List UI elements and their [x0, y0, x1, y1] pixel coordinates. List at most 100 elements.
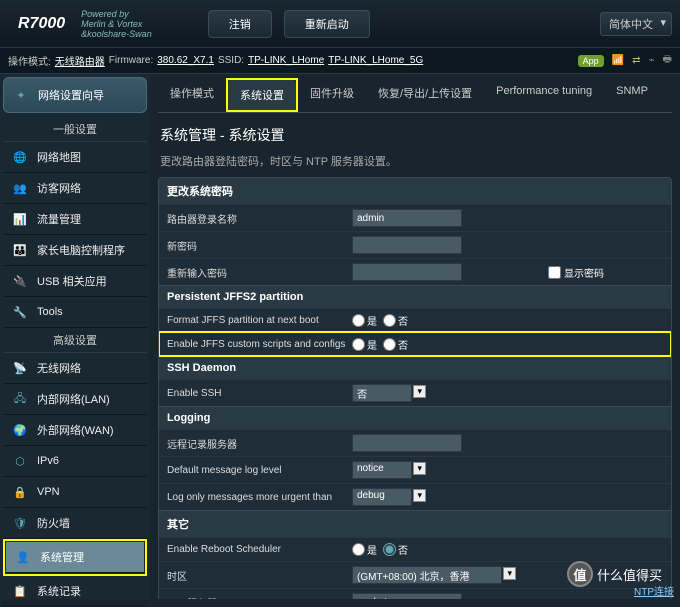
sidebar-item-wan[interactable]: 🌍外部网络(WAN) — [3, 415, 147, 446]
header-bar: R7000 Powered by Merlin & Vortex &koolsh… — [0, 0, 680, 48]
sidebar-item-label: VPN — [37, 486, 60, 498]
ssid-2[interactable]: TP-LINK_LHome_5G — [328, 55, 423, 66]
retype-input[interactable] — [352, 263, 462, 281]
sidebar-item-label: IPv6 — [37, 455, 59, 467]
sidebar-wizard-label: 网络设置向导 — [38, 87, 104, 103]
tab-perf[interactable]: Performance tuning — [484, 78, 604, 112]
newpassword-input[interactable] — [352, 236, 462, 254]
settings-panel: 更改系统密码 路由器登录名称 新密码 重新输入密码 显示密码 Persisten… — [158, 177, 672, 599]
fw-value[interactable]: 380.62_X7.1 — [157, 55, 214, 66]
usb-icon[interactable]: ⌁ — [649, 55, 655, 66]
mode-label: 操作模式: — [8, 53, 51, 68]
wifi-icon[interactable]: 📶 — [612, 55, 624, 66]
jffs-enable-label: Enable JFFS custom scripts and configs — [167, 339, 352, 350]
tab-system[interactable]: 系统设置 — [228, 80, 296, 110]
wireless-icon: 📡 — [11, 359, 29, 377]
app-badge[interactable]: App — [578, 55, 604, 67]
username-label: 路由器登录名称 — [167, 211, 352, 226]
printer-icon[interactable]: 🖶 — [663, 52, 672, 69]
row-ntp: NTP服务器 — [159, 588, 671, 599]
row-log-level: Default message log level notice — [159, 456, 671, 483]
tab-snmp[interactable]: SNMP — [604, 78, 660, 112]
sidebar-item-label: Tools — [37, 306, 63, 318]
page-desc: 更改路由器登陆密码，时区与 NTP 服务器设置。 — [158, 153, 672, 177]
row-log-remote: 远程记录服务器 — [159, 429, 671, 456]
sidebar-highlight: 👤系统管理 — [3, 539, 147, 576]
ntp-link[interactable]: NTP连接 — [634, 583, 674, 598]
sidebar-wizard[interactable]: ✦ 网络设置向导 — [3, 77, 147, 113]
sidebar-item-parental[interactable]: 👪 家长电脑控制程序 — [3, 235, 147, 266]
log-level-select[interactable]: notice — [352, 461, 412, 479]
parental-icon: 👪 — [11, 241, 29, 259]
firewall-icon: 🛡 — [11, 514, 29, 532]
admin-icon: 👤 — [14, 548, 32, 566]
jffs-format-no[interactable]: 否 — [383, 313, 408, 328]
reboot-yes[interactable]: 是 — [352, 542, 377, 557]
language-selector[interactable]: 简体中文 — [600, 12, 672, 36]
sidebar: ✦ 网络设置向导 一般设置 🌐网络地图 👥访客网络 📊流量管理 👪 家长电脑控制程… — [0, 74, 150, 599]
fw-label: Firmware: — [109, 55, 153, 66]
showpw-checkbox[interactable]: 显示密码 — [548, 265, 604, 280]
sidebar-section-advanced: 高级设置 — [3, 328, 147, 353]
signal-icon[interactable]: ⇄ — [632, 55, 640, 66]
main-content: 操作模式 系统设置 固件升级 恢复/导出/上传设置 Performance tu… — [150, 74, 680, 599]
log-remote-label: 远程记录服务器 — [167, 436, 352, 451]
group-other-header: 其它 — [159, 510, 671, 537]
sidebar-item-traffic[interactable]: 📊流量管理 — [3, 204, 147, 235]
sidebar-item-label: USB 相关应用 — [37, 273, 107, 289]
reboot-label: Enable Reboot Scheduler — [167, 544, 352, 555]
row-jffs-enable: Enable JFFS custom scripts and configs 是… — [159, 332, 671, 356]
logout-button[interactable]: 注销 — [208, 10, 272, 38]
tabs: 操作模式 系统设置 固件升级 恢复/导出/上传设置 Performance tu… — [158, 78, 672, 113]
sidebar-item-ipv6[interactable]: ⬡IPv6 — [3, 446, 147, 477]
ssh-select[interactable]: 否 — [352, 384, 412, 402]
ssid-1[interactable]: TP-LINK_LHome — [248, 55, 324, 66]
group-log-header: Logging — [159, 406, 671, 429]
header-icons: App 📶 ⇄ ⌁ 🖶 — [578, 52, 672, 69]
retype-label: 重新输入密码 — [167, 265, 352, 280]
sidebar-item-usb[interactable]: 🔌 USB 相关应用 — [3, 266, 147, 297]
sidebar-item-tools[interactable]: 🔧Tools — [3, 297, 147, 328]
tab-restore[interactable]: 恢复/导出/上传设置 — [366, 78, 484, 112]
sidebar-item-label: 家长电脑控制程序 — [37, 242, 125, 258]
ssid-label: SSID: — [218, 55, 244, 66]
sidebar-item-lan[interactable]: 🖧内部网络(LAN) — [3, 384, 147, 415]
log-urgent-select[interactable]: debug — [352, 488, 412, 506]
log-urgent-label: Log only messages more urgent than — [167, 492, 352, 503]
sidebar-item-label: 内部网络(LAN) — [37, 391, 110, 407]
sidebar-item-vpn[interactable]: 🔒VPN — [3, 477, 147, 508]
row-reboot-scheduler: Enable Reboot Scheduler 是 否 — [159, 537, 671, 561]
row-newpassword: 新密码 — [159, 231, 671, 258]
usb-app-icon: 🔌 — [11, 272, 29, 290]
map-icon: 🌐 — [11, 148, 29, 166]
guest-icon: 👥 — [11, 179, 29, 197]
reboot-button[interactable]: 重新启动 — [284, 10, 370, 38]
reboot-no[interactable]: 否 — [383, 542, 408, 557]
mode-value[interactable]: 无线路由器 — [55, 53, 105, 68]
model-name: R7000 — [8, 11, 75, 37]
timezone-label: 时区 — [167, 568, 352, 583]
row-jffs-format: Format JFFS partition at next boot 是 否 — [159, 308, 671, 332]
sidebar-item-label: 系统记录 — [37, 583, 81, 599]
row-timezone: 时区 (GMT+08:00) 北京，香港 — [159, 561, 671, 588]
sidebar-item-guest[interactable]: 👥访客网络 — [3, 173, 147, 204]
sidebar-item-admin[interactable]: 👤系统管理 — [6, 542, 144, 573]
tab-firmware[interactable]: 固件升级 — [298, 78, 366, 112]
jffs-enable-yes[interactable]: 是 — [352, 337, 377, 352]
log-remote-input[interactable] — [352, 434, 462, 452]
ntp-input[interactable] — [352, 593, 462, 599]
sidebar-item-wireless[interactable]: 📡无线网络 — [3, 353, 147, 384]
sidebar-item-syslog[interactable]: 📋系统记录 — [3, 576, 147, 607]
timezone-select[interactable]: (GMT+08:00) 北京，香港 — [352, 566, 502, 584]
sidebar-item-label: 流量管理 — [37, 211, 81, 227]
sidebar-item-label: 防火墙 — [37, 515, 70, 531]
tab-opmode[interactable]: 操作模式 — [158, 78, 226, 112]
sidebar-item-netmap[interactable]: 🌐网络地图 — [3, 142, 147, 173]
sidebar-section-general: 一般设置 — [3, 117, 147, 142]
jffs-format-label: Format JFFS partition at next boot — [167, 315, 352, 326]
jffs-format-yes[interactable]: 是 — [352, 313, 377, 328]
ntp-label: NTP服务器 — [167, 595, 352, 600]
jffs-enable-no[interactable]: 否 — [383, 337, 408, 352]
username-input[interactable] — [352, 209, 462, 227]
sidebar-item-firewall[interactable]: 🛡 防火墙 — [3, 508, 147, 539]
